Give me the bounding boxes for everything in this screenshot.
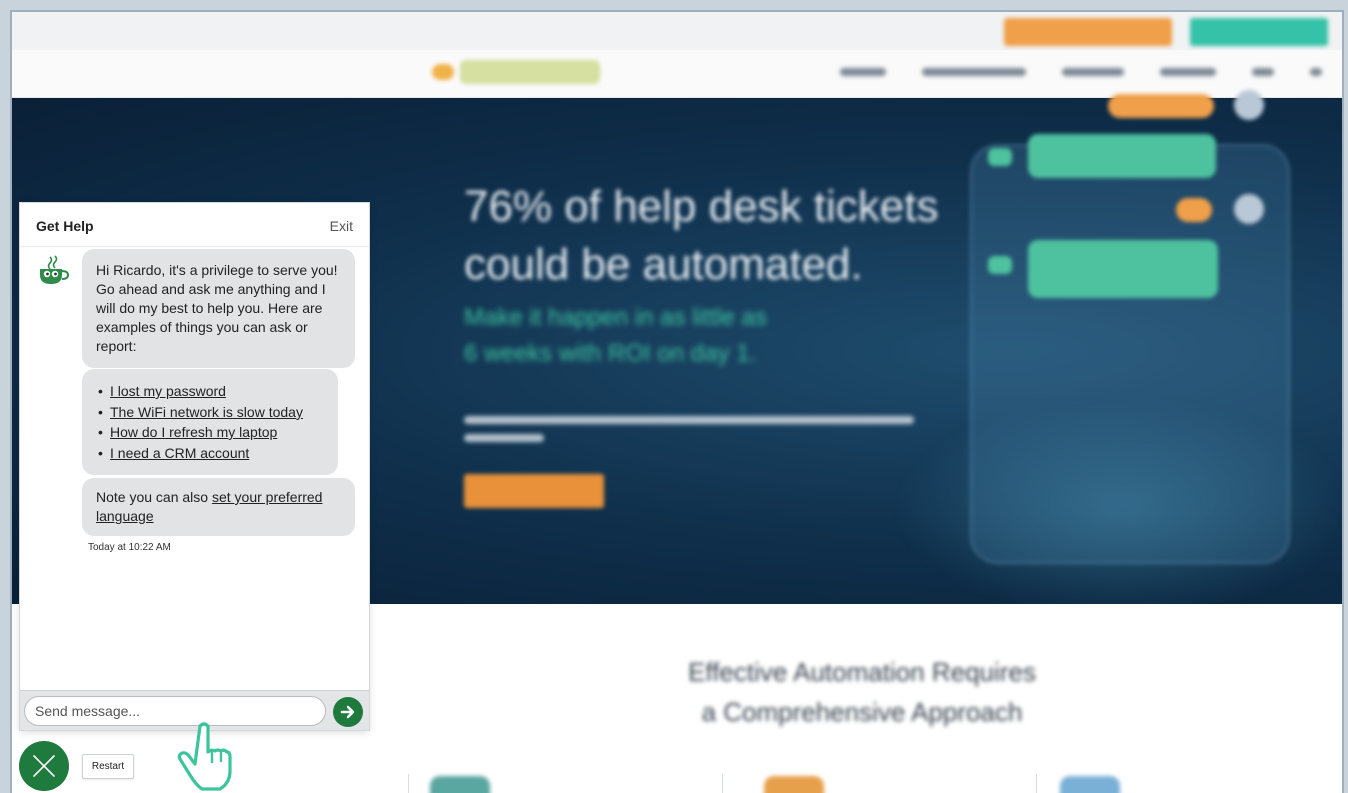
restart-button[interactable]: Restart <box>82 754 134 779</box>
feature-tile-icon-3 <box>1060 776 1120 793</box>
search-icon[interactable] <box>1310 68 1322 76</box>
hero-description <box>464 416 924 452</box>
logo-cup-mark <box>432 64 454 80</box>
list-item: The WiFi network is slow today <box>96 402 328 423</box>
send-message-input[interactable] <box>24 696 326 726</box>
nav-link-customer-success[interactable] <box>922 68 1026 76</box>
mock-bot-icon-2 <box>988 256 1012 274</box>
feature-tile-icon-2 <box>764 776 824 793</box>
chat-input-bar <box>20 690 369 730</box>
feature-tile-icon-1 <box>430 776 490 793</box>
chat-exit-button[interactable]: Exit <box>330 218 353 234</box>
mock-bot-bubble-2 <box>1028 240 1218 298</box>
example-link-refresh-laptop[interactable]: How do I refresh my laptop <box>110 424 277 440</box>
mock-user-avatar-1 <box>1234 90 1264 120</box>
nav-link-resources[interactable] <box>1062 68 1124 76</box>
mock-user-bubble-1 <box>1108 94 1214 118</box>
bot-language-note: Note you can also set your preferred lan… <box>82 478 355 536</box>
example-list: I lost my password The WiFi network is s… <box>96 381 328 463</box>
mock-bot-icon-1 <box>988 148 1012 166</box>
mock-user-bubble-2 <box>1176 198 1212 222</box>
hero-title: 76% of help desk tickets could be automa… <box>464 182 939 289</box>
list-item: I need a CRM account <box>96 443 328 464</box>
close-chat-button[interactable] <box>19 741 69 791</box>
request-demo-button[interactable] <box>1190 18 1328 46</box>
coffee-cup-icon <box>36 255 70 287</box>
message-timestamp: Today at 10:22 AM <box>88 542 171 553</box>
site-navbar <box>12 50 1342 98</box>
example-link-crm-account[interactable]: I need a CRM account <box>110 445 249 461</box>
example-link-wifi-slow[interactable]: The WiFi network is slow today <box>110 404 303 420</box>
close-x-icon <box>33 755 55 777</box>
hero-cta-button[interactable] <box>464 474 604 508</box>
logo-wordmark <box>460 60 600 84</box>
bot-examples-message: I lost my password The WiFi network is s… <box>82 369 338 475</box>
chat-header: Get Help Exit <box>20 203 369 247</box>
chat-widget: Get Help Exit Hi Ricardo, it's a privile… <box>20 203 369 730</box>
utility-button-orange[interactable] <box>1004 18 1172 46</box>
hero-subtitle: Make it happen in as little as 6 weeks w… <box>464 304 767 367</box>
nav-link-blog[interactable] <box>1252 68 1274 76</box>
send-arrow-icon <box>340 705 355 719</box>
nav-link-products[interactable] <box>840 68 886 76</box>
section-title: Effective Automation Requires a Comprehe… <box>688 657 1036 727</box>
nav-link-company[interactable] <box>1160 68 1216 76</box>
site-logo[interactable] <box>432 58 602 88</box>
list-item: I lost my password <box>96 381 328 402</box>
list-item: How do I refresh my laptop <box>96 422 328 443</box>
mock-user-avatar-2 <box>1234 194 1264 224</box>
utility-bar <box>12 12 1342 50</box>
language-note-text: Note you can also <box>96 489 212 505</box>
send-button[interactable] <box>333 697 363 727</box>
nav-links <box>840 68 1322 76</box>
bot-greeting-message: Hi Ricardo, it's a privilege to serve yo… <box>82 249 355 368</box>
mock-bot-bubble-1 <box>1028 134 1216 178</box>
chat-title: Get Help <box>36 218 94 234</box>
example-link-lost-password[interactable]: I lost my password <box>110 383 226 399</box>
